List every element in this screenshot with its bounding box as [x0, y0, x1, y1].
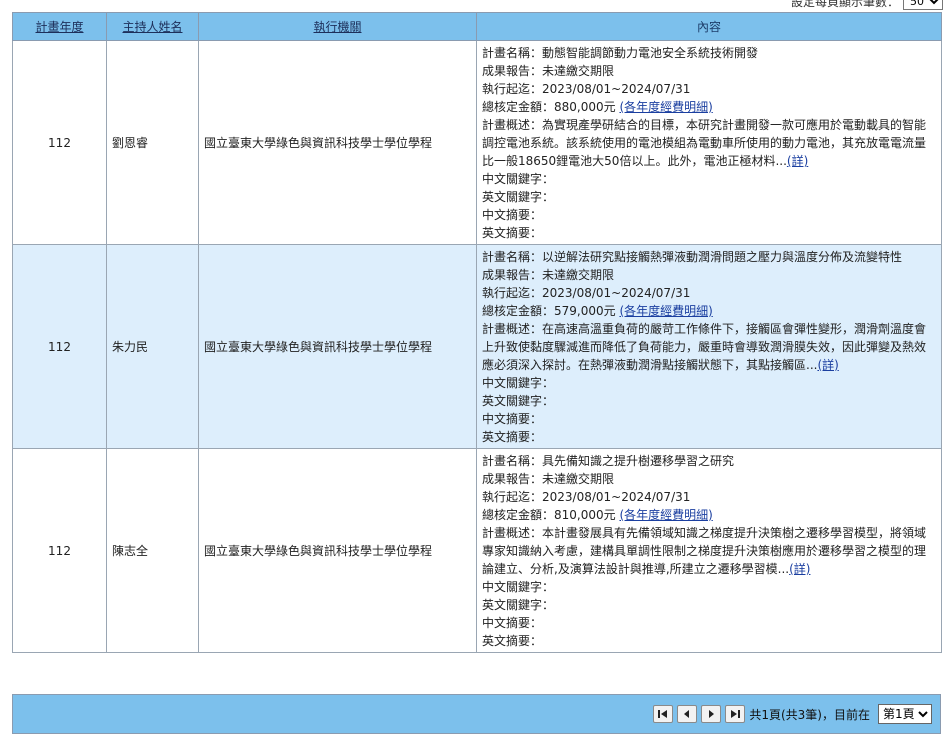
summary: 計畫概述：為實現產學研結合的目標，本研究計畫開發一款可應用於電動載具的智能調控電… — [482, 116, 937, 170]
abstract-en: 英文摘要： — [482, 430, 543, 444]
last-page-button[interactable] — [725, 705, 746, 723]
abstract-en: 英文摘要： — [482, 226, 543, 240]
plan-name: 計畫名稱：具先備知識之提升樹遷移學習之研究 — [482, 454, 735, 468]
prev-page-button[interactable] — [677, 705, 698, 723]
cell-content: 計畫名稱：以逆解法研究點接觸熱彈液動潤滑問題之壓力與溫度分佈及流變特性 成果報告… — [476, 244, 942, 449]
page-select[interactable]: 第1頁 — [878, 704, 932, 724]
cell-org: 國立臺東大學綠色與資訊科技學士學位學程 — [198, 40, 477, 245]
plan-name: 計畫名稱：以逆解法研究點接觸熱彈液動潤滑問題之壓力與溫度分佈及流變特性 — [482, 250, 903, 264]
header-org[interactable]: 執行機關 — [198, 12, 477, 41]
per-page-label: 設定每頁顯示筆數： — [790, 0, 899, 9]
abstract-zh: 中文摘要： — [482, 616, 543, 630]
summary-more-link[interactable]: (詳) — [817, 358, 838, 372]
prev-page-icon — [684, 710, 690, 718]
last-page-icon — [731, 710, 741, 718]
abstract-en: 英文摘要： — [482, 634, 543, 648]
cell-host: 劉恩睿 — [106, 40, 199, 245]
budget-detail-link[interactable]: (各年度經費明細) — [619, 304, 712, 318]
abstract-zh: 中文摘要： — [482, 412, 543, 426]
report-status: 成果報告：未達繳交期限 — [482, 64, 615, 78]
header-content: 內容 — [476, 12, 942, 41]
approved-amount: 總核定金額：880,000元 — [482, 100, 616, 114]
table-row: 112 陳志全 國立臺東大學綠色與資訊科技學士學位學程 計畫名稱：具先備知識之提… — [12, 448, 942, 653]
keywords-en: 英文關鍵字： — [482, 394, 555, 408]
keywords-zh: 中文關鍵字： — [482, 172, 555, 186]
plan-name: 計畫名稱：動態智能調節動力電池安全系統技術開發 — [482, 46, 759, 60]
execution-period: 執行起迄：2023/08/01~2024/07/31 — [482, 490, 691, 504]
header-year[interactable]: 計畫年度 — [12, 12, 107, 41]
cell-content: 計畫名稱：具先備知識之提升樹遷移學習之研究 成果報告：未達繳交期限 執行起迄：2… — [476, 448, 942, 653]
first-page-icon — [658, 710, 668, 718]
keywords-en: 英文關鍵字： — [482, 598, 555, 612]
abstract-zh: 中文摘要： — [482, 208, 543, 222]
header-host[interactable]: 主持人姓名 — [106, 12, 199, 41]
summary-more-link[interactable]: (詳) — [787, 154, 808, 168]
budget-detail-link[interactable]: (各年度經費明細) — [619, 100, 712, 114]
approved-amount-line: 總核定金額：880,000元 (各年度經費明細) — [482, 98, 937, 116]
approved-amount: 總核定金額：810,000元 — [482, 508, 616, 522]
keywords-zh: 中文關鍵字： — [482, 580, 555, 594]
summary: 計畫概述：本計畫發展具有先備領域知識之梯度提升決策樹之遷移學習模型，將領域專家知… — [482, 524, 937, 578]
approved-amount: 總核定金額：579,000元 — [482, 304, 616, 318]
cell-org: 國立臺東大學綠色與資訊科技學士學位學程 — [198, 244, 477, 449]
next-page-button[interactable] — [701, 705, 722, 723]
keywords-zh: 中文關鍵字： — [482, 376, 555, 390]
approved-amount-line: 總核定金額：579,000元 (各年度經費明細) — [482, 302, 937, 320]
cell-org: 國立臺東大學綠色與資訊科技學士學位學程 — [198, 448, 477, 653]
pagination-bar: 共1頁(共3筆)，目前在 第1頁 — [12, 694, 941, 734]
table-row: 112 劉恩睿 國立臺東大學綠色與資訊科技學士學位學程 計畫名稱：動態智能調節動… — [12, 40, 942, 245]
summary-more-link[interactable]: (詳) — [789, 562, 810, 576]
pagination-controls: 共1頁(共3筆)，目前在 第1頁 — [653, 704, 932, 724]
cell-year: 112 — [12, 40, 107, 245]
next-page-icon — [709, 710, 715, 718]
results-table: 計畫年度 主持人姓名 執行機關 內容 112 劉恩睿 國立臺東大學綠色與資訊科技… — [12, 12, 942, 653]
keywords-en: 英文關鍵字： — [482, 190, 555, 204]
cell-content: 計畫名稱：動態智能調節動力電池安全系統技術開發 成果報告：未達繳交期限 執行起迄… — [476, 40, 942, 245]
table-row: 112 朱力民 國立臺東大學綠色與資訊科技學士學位學程 計畫名稱：以逆解法研究點… — [12, 244, 942, 449]
summary-text: 計畫概述：為實現產學研結合的目標，本研究計畫開發一款可應用於電動載具的智能調控電… — [482, 118, 927, 168]
cell-year: 112 — [12, 448, 107, 653]
per-page-select[interactable]: 50 — [903, 0, 943, 10]
cell-host: 朱力民 — [106, 244, 199, 449]
summary-text: 計畫概述：本計畫發展具有先備領域知識之梯度提升決策樹之遷移學習模型，將領域專家知… — [482, 526, 927, 576]
table-header-row: 計畫年度 主持人姓名 執行機關 內容 — [12, 12, 942, 41]
report-status: 成果報告：未達繳交期限 — [482, 472, 615, 486]
top-bar: 設定每頁顯示筆數： 50 — [0, 0, 949, 12]
execution-period: 執行起迄：2023/08/01~2024/07/31 — [482, 82, 691, 96]
pagination-info: 共1頁(共3筆)，目前在 — [749, 707, 870, 722]
cell-year: 112 — [12, 244, 107, 449]
execution-period: 執行起迄：2023/08/01~2024/07/31 — [482, 286, 691, 300]
summary: 計畫概述：在高速高溫重負荷的嚴苛工作條件下，接觸區會彈性變形，潤滑劑溫度會上升致… — [482, 320, 937, 374]
cell-host: 陳志全 — [106, 448, 199, 653]
per-page-control: 設定每頁顯示筆數： 50 — [791, 0, 943, 11]
report-status: 成果報告：未達繳交期限 — [482, 268, 615, 282]
budget-detail-link[interactable]: (各年度經費明細) — [619, 508, 712, 522]
first-page-button[interactable] — [653, 705, 674, 723]
approved-amount-line: 總核定金額：810,000元 (各年度經費明細) — [482, 506, 937, 524]
summary-text: 計畫概述：在高速高溫重負荷的嚴苛工作條件下，接觸區會彈性變形，潤滑劑溫度會上升致… — [482, 322, 927, 372]
